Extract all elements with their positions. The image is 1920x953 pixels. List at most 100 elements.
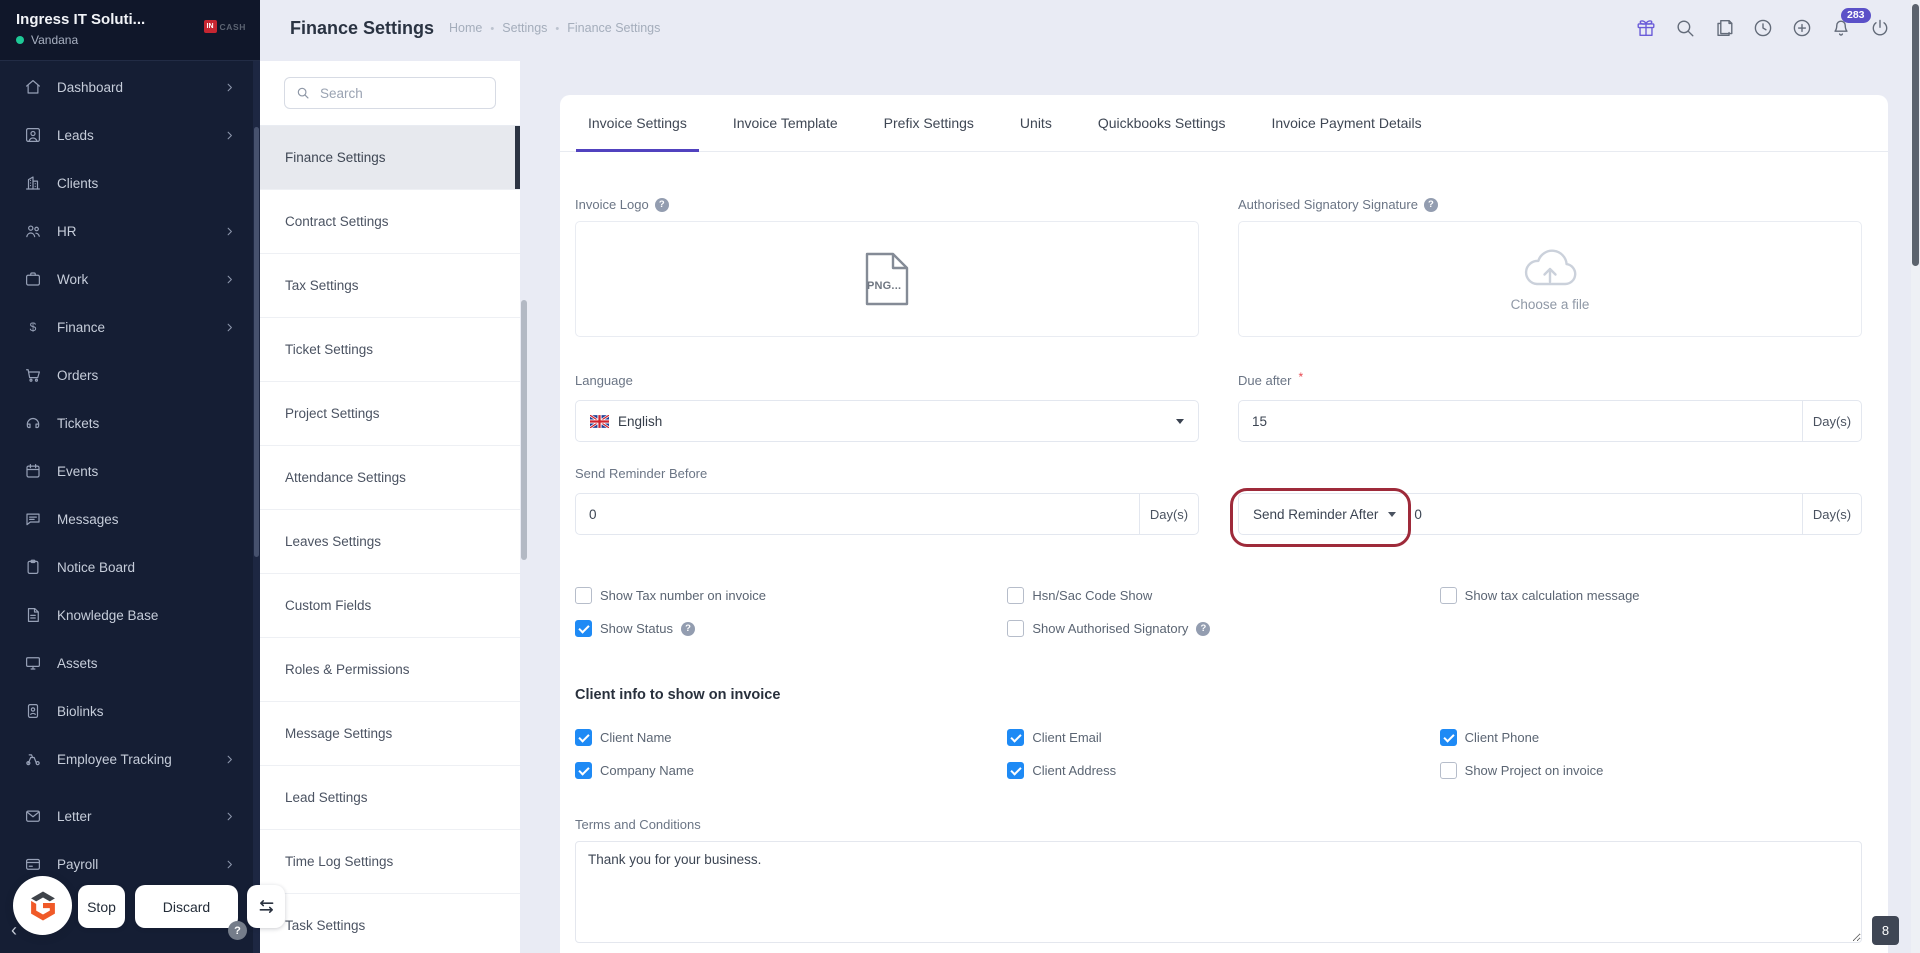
sidebar-item-tickets[interactable]: Tickets [0,399,252,447]
help-icon[interactable] [1423,197,1438,212]
search-icon[interactable] [1674,17,1696,39]
checkbox-client-name[interactable]: Client Name [575,729,997,746]
checkbox-client-email[interactable]: Client Email [1007,729,1429,746]
sidebar-item-clients[interactable]: Clients [0,159,252,207]
gift-icon[interactable] [1635,17,1657,39]
sidebar-item-letter[interactable]: Letter [0,792,252,840]
checkbox-box[interactable] [575,587,592,604]
invoice-logo-upload[interactable]: PNG... [575,221,1199,337]
settings-nav-time-log-settings[interactable]: Time Log Settings [260,830,520,894]
sidebar-item-notice-board[interactable]: Notice Board [0,543,252,591]
help-icon[interactable] [228,921,247,940]
checkbox-box[interactable] [1439,729,1457,746]
app-logo-button[interactable] [13,876,72,935]
notes-icon[interactable] [1713,17,1735,39]
language-select[interactable]: English [575,400,1199,442]
settings-nav-attendance-settings[interactable]: Attendance Settings [260,446,520,510]
reminder-after-dropdown[interactable]: Send Reminder After [1239,494,1410,534]
settings-nav-custom-fields[interactable]: Custom Fields [260,574,520,638]
chevron-right-icon [223,321,236,334]
sidebar-item-finance[interactable]: $ Finance [0,303,252,351]
breadcrumb-settings[interactable]: Settings [502,21,567,35]
checkbox-client-phone[interactable]: Client Phone [1439,729,1862,746]
settings-nav-roles-permissions[interactable]: Roles & Permissions [260,638,520,702]
sidebar-item-leads[interactable]: Leads [0,111,252,159]
tab-invoice-settings[interactable]: Invoice Settings [576,95,699,152]
help-icon[interactable] [1196,621,1211,636]
sidebar-item-messages[interactable]: Messages [0,495,252,543]
settings-nav-contract-settings[interactable]: Contract Settings [260,190,520,254]
checkbox-show-project-on-invoice[interactable]: Show Project on invoice [1439,762,1862,779]
settings-nav-ticket-settings[interactable]: Ticket Settings [260,318,520,382]
notifications-icon[interactable]: 283 [1830,8,1871,39]
sidebar-item-hr[interactable]: HR [0,207,252,255]
count-badge[interactable]: 8 [1872,916,1899,945]
sidebar-collapse-icon[interactable] [11,920,17,941]
checkbox-show-status[interactable]: Show Status [575,620,997,637]
sidebar-item-knowledge-base[interactable]: Knowledge Base [0,591,252,639]
checkbox-client-address[interactable]: Client Address [1007,762,1429,779]
settings-nav-message-settings[interactable]: Message Settings [260,702,520,766]
history-icon[interactable] [1752,17,1774,39]
breadcrumb-current: Finance Settings [567,21,661,35]
stop-button[interactable]: Stop [78,885,125,928]
main-sidebar: Ingress IT Soluti... Vandana IN CASH Das… [0,0,260,953]
page-scrollbar[interactable] [1911,0,1920,953]
settings-nav-task-settings[interactable]: Task Settings [260,894,520,953]
checkbox-box[interactable] [1439,762,1457,779]
settings-nav-leaves-settings[interactable]: Leaves Settings [260,510,520,574]
tab-invoice-template[interactable]: Invoice Template [733,95,838,151]
tab-units[interactable]: Units [1020,95,1052,151]
checkbox-box[interactable] [1439,587,1457,604]
help-icon[interactable] [654,197,669,212]
sidebar-item-biolinks[interactable]: Biolinks [0,687,252,735]
checkbox-show-authorised-signatory[interactable]: Show Authorised Signatory [1007,620,1429,637]
settings-nav-lead-settings[interactable]: Lead Settings [260,766,520,830]
due-after-unit: Day(s) [1802,401,1861,441]
swap-button[interactable] [247,885,285,928]
checkbox-box[interactable] [1007,587,1025,604]
settings-nav-finance-settings[interactable]: Finance Settings [260,126,520,190]
checkbox-box[interactable] [1007,729,1025,746]
tickets-icon [24,414,42,432]
sidebar-scrollbar-thumb[interactable] [254,127,259,557]
checkbox-show-tax-calculation-message[interactable]: Show tax calculation message [1439,587,1862,604]
settings-nav-tax-settings[interactable]: Tax Settings [260,254,520,318]
reminder-before-input[interactable] [576,494,1139,534]
orders-icon [24,366,42,384]
settings-nav-project-settings[interactable]: Project Settings [260,382,520,446]
checkbox-hsn-sac-code-show[interactable]: Hsn/Sac Code Show [1007,587,1429,604]
breadcrumb-home[interactable]: Home [449,21,502,35]
tab-prefix-settings[interactable]: Prefix Settings [884,95,974,151]
checkbox-box[interactable] [575,729,592,746]
sidebar-scrollbar[interactable] [253,61,260,953]
chevron-right-icon [223,225,236,238]
sidebar-item-events[interactable]: Events [0,447,252,495]
checkbox-show-tax-number-on-invoice[interactable]: Show Tax number on invoice [575,587,997,604]
reminder-after-input[interactable] [1410,494,1802,534]
checkbox-company-name[interactable]: Company Name [575,762,997,779]
swap-arrows-icon [259,900,273,913]
terms-textarea[interactable]: Thank you for your business. [575,841,1862,943]
file-icon: PNG... [865,252,909,306]
sidebar-item-dashboard[interactable]: Dashboard [0,63,252,111]
help-icon[interactable] [681,621,695,636]
sidebar-item-employee-tracking[interactable]: Employee Tracking [0,735,252,783]
settings-search-input[interactable] [318,84,484,102]
checkbox-box[interactable] [575,762,592,779]
add-icon[interactable] [1791,17,1813,39]
settings-nav-scrollbar-thumb[interactable] [521,300,527,560]
page-scrollbar-thumb[interactable] [1912,4,1919,266]
checkbox-box[interactable] [1007,620,1025,637]
sidebar-item-assets[interactable]: Assets [0,639,252,687]
logout-icon[interactable] [1869,17,1891,39]
discard-button[interactable]: Discard [135,885,238,928]
tab-invoice-payment-details[interactable]: Invoice Payment Details [1271,95,1421,151]
sidebar-item-work[interactable]: Work [0,255,252,303]
checkbox-box[interactable] [1007,762,1025,779]
due-after-input[interactable] [1239,401,1802,441]
sidebar-item-orders[interactable]: Orders [0,351,252,399]
checkbox-box[interactable] [575,620,592,637]
tab-quickbooks-settings[interactable]: Quickbooks Settings [1098,95,1226,151]
signature-upload[interactable]: Choose a file [1238,221,1862,337]
